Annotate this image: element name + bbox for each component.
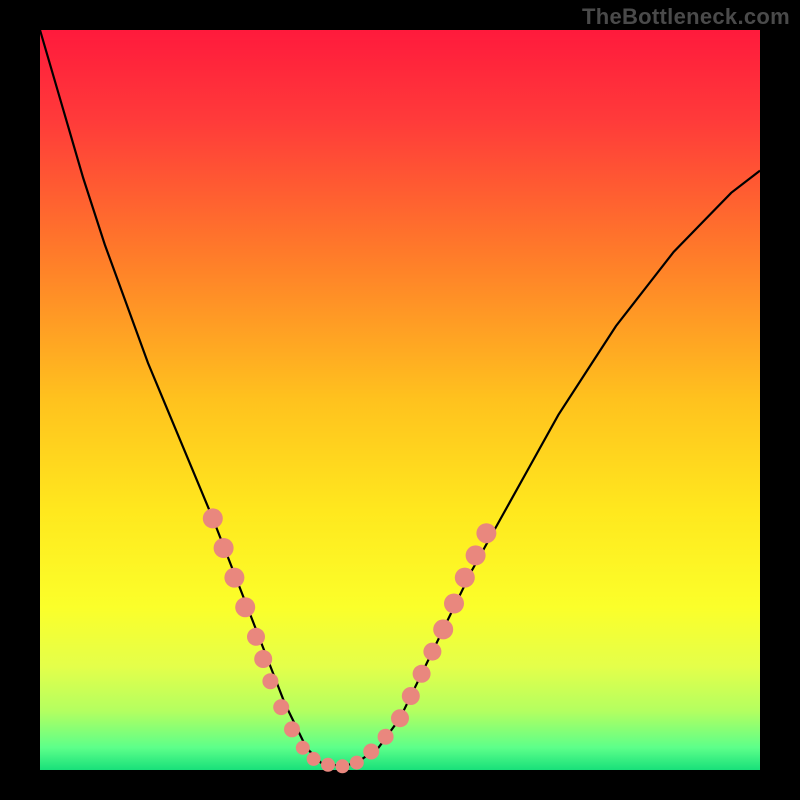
curve-marker — [466, 545, 486, 565]
curve-marker — [214, 538, 234, 558]
curve-marker — [378, 729, 394, 745]
curve-marker — [224, 568, 244, 588]
curve-marker — [391, 709, 409, 727]
curve-marker — [476, 523, 496, 543]
curve-marker — [444, 594, 464, 614]
curve-marker — [402, 687, 420, 705]
curve-marker — [203, 508, 223, 528]
curve-marker — [247, 628, 265, 646]
curve-marker — [423, 643, 441, 661]
curve-marker — [284, 721, 300, 737]
curve-marker — [433, 619, 453, 639]
curve-marker — [307, 752, 321, 766]
curve-marker — [455, 568, 475, 588]
curve-marker — [262, 673, 278, 689]
curve-marker — [413, 665, 431, 683]
curve-marker — [235, 597, 255, 617]
curve-marker — [273, 699, 289, 715]
curve-marker — [254, 650, 272, 668]
curve-marker — [350, 756, 364, 770]
curve-marker — [335, 759, 349, 773]
bottleneck-chart — [0, 0, 800, 800]
watermark-text: TheBottleneck.com — [582, 4, 790, 30]
curve-marker — [363, 744, 379, 760]
curve-marker — [296, 741, 310, 755]
chart-frame: { "watermark": "TheBottleneck.com", "cha… — [0, 0, 800, 800]
curve-marker — [321, 758, 335, 772]
plot-background — [40, 30, 760, 770]
